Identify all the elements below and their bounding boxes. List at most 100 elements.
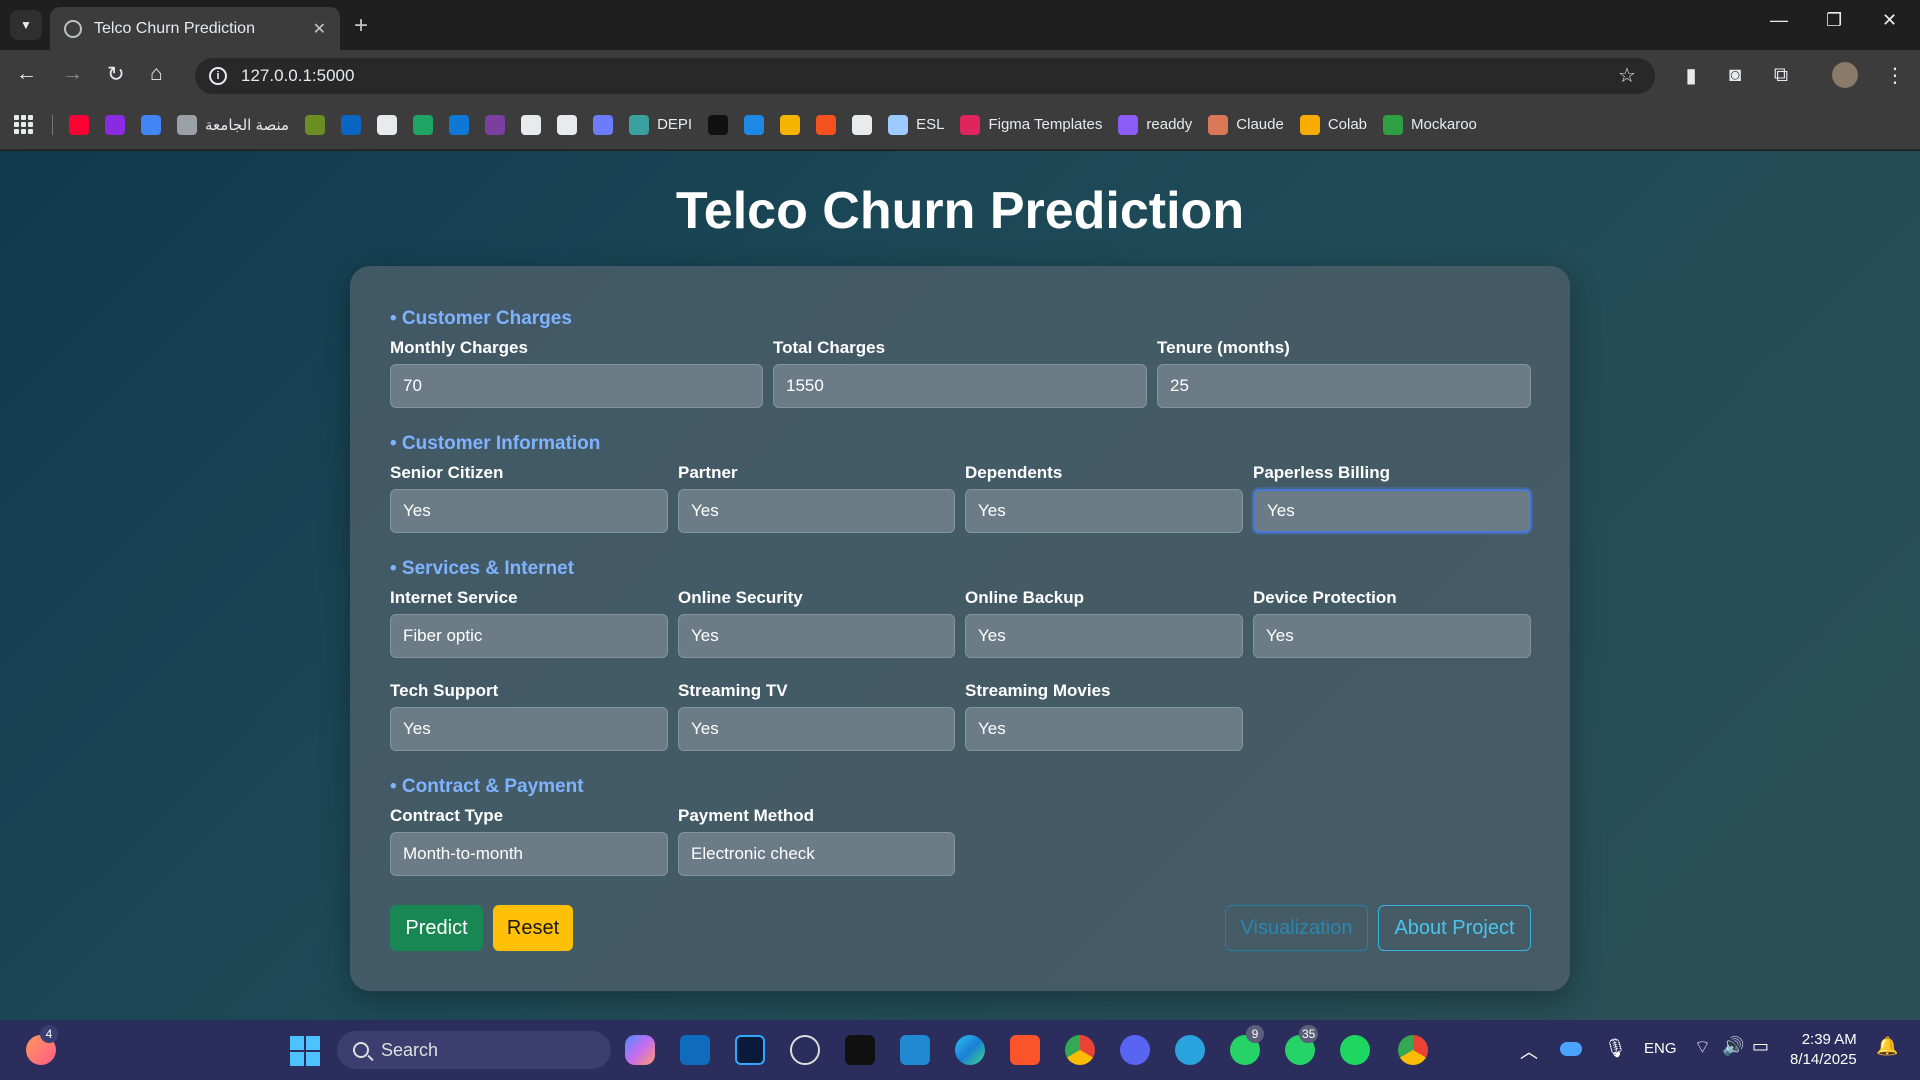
brave-icon[interactable] bbox=[1010, 1035, 1040, 1065]
reading-list-icon[interactable]: ▮ bbox=[1676, 60, 1706, 90]
close-icon[interactable]: ✕ bbox=[313, 19, 326, 39]
taskbar-clock[interactable]: 2:39 AM 8/14/2025 bbox=[1790, 1030, 1857, 1070]
bookmark-item[interactable] bbox=[413, 114, 434, 135]
copilot-icon[interactable] bbox=[625, 1035, 655, 1065]
reset-button[interactable]: Reset bbox=[493, 905, 573, 951]
payment-method-label: Payment Method bbox=[678, 806, 815, 825]
bookmark-item[interactable]: ESL bbox=[888, 114, 944, 135]
taskbar-search-label: Search bbox=[381, 1039, 439, 1060]
window-close-icon[interactable]: ✕ bbox=[1882, 10, 1897, 31]
bookmark-item[interactable] bbox=[744, 114, 765, 135]
predict-button[interactable]: Predict bbox=[390, 905, 483, 951]
onedrive-tray-icon[interactable] bbox=[1560, 1042, 1582, 1056]
wifi-icon[interactable]: ⌔ bbox=[1694, 1036, 1711, 1059]
taskbar-search[interactable]: Search bbox=[337, 1031, 611, 1069]
chrome-active-icon[interactable] bbox=[1398, 1035, 1428, 1065]
whatsapp-business-badge: 35 bbox=[1299, 1025, 1319, 1043]
battery-icon[interactable]: ▭ bbox=[1752, 1036, 1769, 1057]
online-backup-select[interactable]: Yes bbox=[965, 614, 1243, 658]
bookmark-item[interactable]: Mockaroo bbox=[1383, 114, 1477, 135]
payment-method-select[interactable]: Electronic check bbox=[678, 832, 955, 876]
monthly-charges-input[interactable]: 70 bbox=[390, 364, 763, 408]
bookmark-item[interactable] bbox=[852, 114, 873, 135]
bookmark-item[interactable] bbox=[105, 114, 125, 135]
obs-icon[interactable] bbox=[790, 1035, 820, 1065]
online-security-select[interactable]: Yes bbox=[678, 614, 955, 658]
extensions-icon[interactable]: ⧉ bbox=[1766, 60, 1796, 90]
forward-icon[interactable]: → bbox=[62, 62, 83, 86]
internet-service-select[interactable]: Fiber optic bbox=[390, 614, 668, 658]
capcut-icon[interactable] bbox=[845, 1035, 875, 1065]
bookmark-item[interactable] bbox=[341, 114, 362, 135]
volume-icon[interactable]: 🔊 bbox=[1722, 1036, 1744, 1057]
dependents-select[interactable]: Yes bbox=[965, 489, 1243, 533]
reload-icon[interactable]: ↻ bbox=[107, 62, 125, 87]
streaming-tv-select[interactable]: Yes bbox=[678, 707, 955, 751]
camera-icon[interactable]: ◙ bbox=[1720, 60, 1750, 90]
bookmark-item[interactable] bbox=[708, 114, 729, 135]
device-protection-select[interactable]: Yes bbox=[1253, 614, 1531, 658]
windows-taskbar: 4 Search 9 35 ︿ 🎙 ENG ⌔ 🔊 ▭ 2:39 AM 8/14… bbox=[0, 1020, 1920, 1080]
bookmark-item[interactable]: Colab bbox=[1299, 114, 1367, 135]
bookmark-item[interactable] bbox=[377, 114, 398, 135]
tab-search-button[interactable]: ▼ bbox=[10, 10, 42, 40]
address-bar[interactable]: i 127.0.0.1:5000 bbox=[195, 58, 1655, 94]
minimize-icon[interactable]: — bbox=[1770, 10, 1788, 31]
back-icon[interactable]: ← bbox=[16, 62, 37, 86]
windows-start-icon[interactable] bbox=[290, 1036, 320, 1066]
bookmark-item[interactable] bbox=[521, 114, 542, 135]
visualization-button[interactable]: Visualization bbox=[1225, 905, 1368, 951]
bookmark-star-icon[interactable]: ☆ bbox=[1612, 60, 1642, 90]
language-indicator[interactable]: ENG bbox=[1644, 1040, 1677, 1057]
bookmark-item[interactable] bbox=[449, 114, 470, 135]
photoshop-icon[interactable] bbox=[735, 1035, 765, 1065]
drive-icon bbox=[413, 114, 434, 135]
senior-citizen-label: Senior Citizen bbox=[390, 463, 504, 482]
edge-icon[interactable] bbox=[955, 1035, 985, 1065]
bookmark-item[interactable] bbox=[557, 114, 578, 135]
bookmark-item[interactable]: Figma Templates bbox=[960, 114, 1102, 135]
new-tab-icon[interactable]: + bbox=[354, 12, 368, 40]
outlook-icon[interactable] bbox=[680, 1035, 710, 1065]
microphone-icon[interactable]: 🎙 bbox=[1604, 1038, 1627, 1059]
clock-date: 8/14/2025 bbox=[1790, 1051, 1857, 1068]
menu-kebab-icon[interactable]: ⋮ bbox=[1880, 60, 1910, 90]
bookmark-item[interactable] bbox=[816, 114, 837, 135]
bookmark-item[interactable]: منصة الجامعة bbox=[177, 114, 289, 135]
site-info-icon[interactable]: i bbox=[209, 67, 227, 85]
senior-citizen-select[interactable]: Yes bbox=[390, 489, 668, 533]
profile-avatar[interactable] bbox=[1832, 62, 1858, 88]
card-icon bbox=[852, 114, 873, 135]
bookmark-item[interactable]: readdy bbox=[1118, 114, 1193, 135]
bookmark-item[interactable] bbox=[305, 114, 326, 135]
restore-icon[interactable]: ❐ bbox=[1826, 10, 1842, 31]
streaming-movies-select[interactable]: Yes bbox=[965, 707, 1243, 751]
paperless-billing-select[interactable]: Yes bbox=[1253, 489, 1531, 533]
vscode-icon[interactable] bbox=[900, 1035, 930, 1065]
spotify-icon[interactable] bbox=[1340, 1035, 1370, 1065]
partner-select[interactable]: Yes bbox=[678, 489, 955, 533]
total-charges-input[interactable]: 1550 bbox=[773, 364, 1147, 408]
bookmark-label: readdy bbox=[1146, 116, 1193, 133]
tenure-input[interactable]: 25 bbox=[1157, 364, 1531, 408]
telegram-icon[interactable] bbox=[1175, 1035, 1205, 1065]
chrome-icon[interactable] bbox=[1065, 1035, 1095, 1065]
bookmark-item[interactable] bbox=[141, 114, 161, 135]
apps-grid-icon[interactable] bbox=[14, 114, 34, 135]
purple-fruit-icon bbox=[485, 114, 506, 135]
active-tab[interactable]: Telco Churn Prediction ✕ bbox=[50, 7, 340, 50]
bookmark-item[interactable] bbox=[69, 114, 89, 135]
discord-icon[interactable] bbox=[1120, 1035, 1150, 1065]
tech-support-select[interactable]: Yes bbox=[390, 707, 668, 751]
bookmark-item[interactable] bbox=[780, 114, 801, 135]
bookmark-item[interactable] bbox=[593, 114, 614, 135]
tray-chevron-icon[interactable]: ︿ bbox=[1520, 1038, 1538, 1064]
bookmark-item[interactable]: Claude bbox=[1208, 114, 1284, 135]
home-icon[interactable]: ⌂ bbox=[150, 62, 163, 86]
bookmark-item[interactable] bbox=[485, 114, 506, 135]
notification-bell-icon[interactable]: 🔔 bbox=[1876, 1036, 1898, 1057]
bookmark-label: Mockaroo bbox=[1411, 116, 1477, 133]
about-project-button[interactable]: About Project bbox=[1378, 905, 1531, 951]
bookmark-item[interactable]: DEPI bbox=[629, 114, 692, 135]
contract-type-select[interactable]: Month-to-month bbox=[390, 832, 668, 876]
